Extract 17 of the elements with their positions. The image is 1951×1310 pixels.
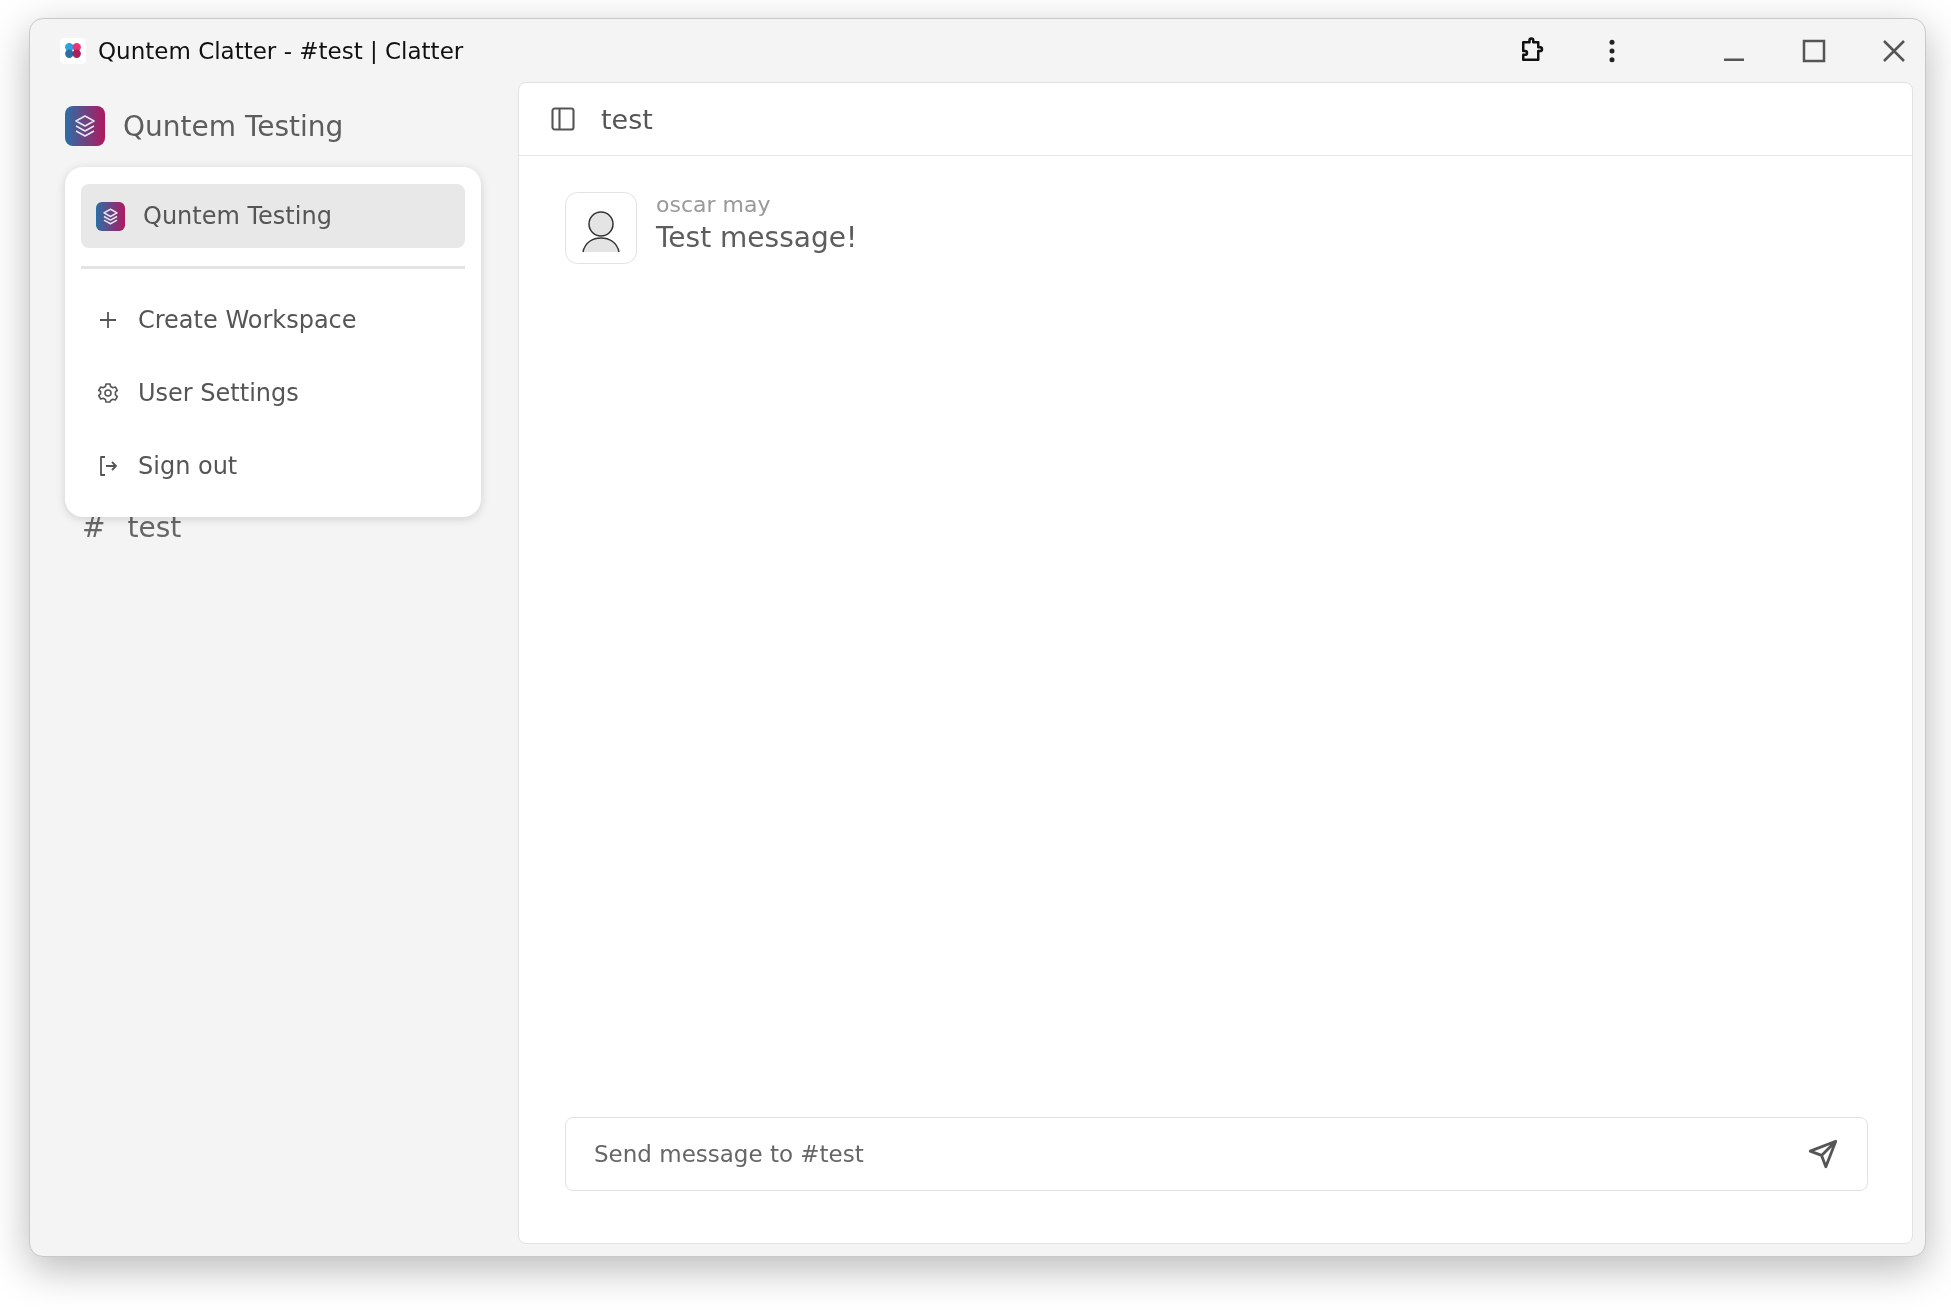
window-title: Quntem Clatter - #test | Clatter — [98, 37, 464, 64]
author-name: oscar may — [656, 192, 772, 217]
workspace-item[interactable]: Quntem Testing — [81, 184, 465, 248]
send-icon[interactable] — [1806, 1137, 1840, 1171]
message-field[interactable]: Send message to #test — [565, 1117, 1868, 1191]
avatar-icon — [565, 192, 637, 264]
message-text: Test message! — [656, 221, 858, 254]
workspace-logo-icon[interactable] — [65, 106, 105, 146]
channel-title: test — [601, 103, 653, 135]
settings-icon — [96, 380, 120, 405]
workspace-logo-icon — [96, 201, 125, 231]
menu-item[interactable]: Create Workspace — [81, 283, 465, 356]
sidebar-toggle-icon[interactable] — [549, 105, 577, 133]
menu-item[interactable]: Sign out — [81, 429, 465, 502]
workspace-name[interactable]: Quntem Testing — [123, 109, 344, 143]
app-logo-icon — [60, 37, 86, 64]
menu-item[interactable]: User Settings — [81, 356, 465, 429]
